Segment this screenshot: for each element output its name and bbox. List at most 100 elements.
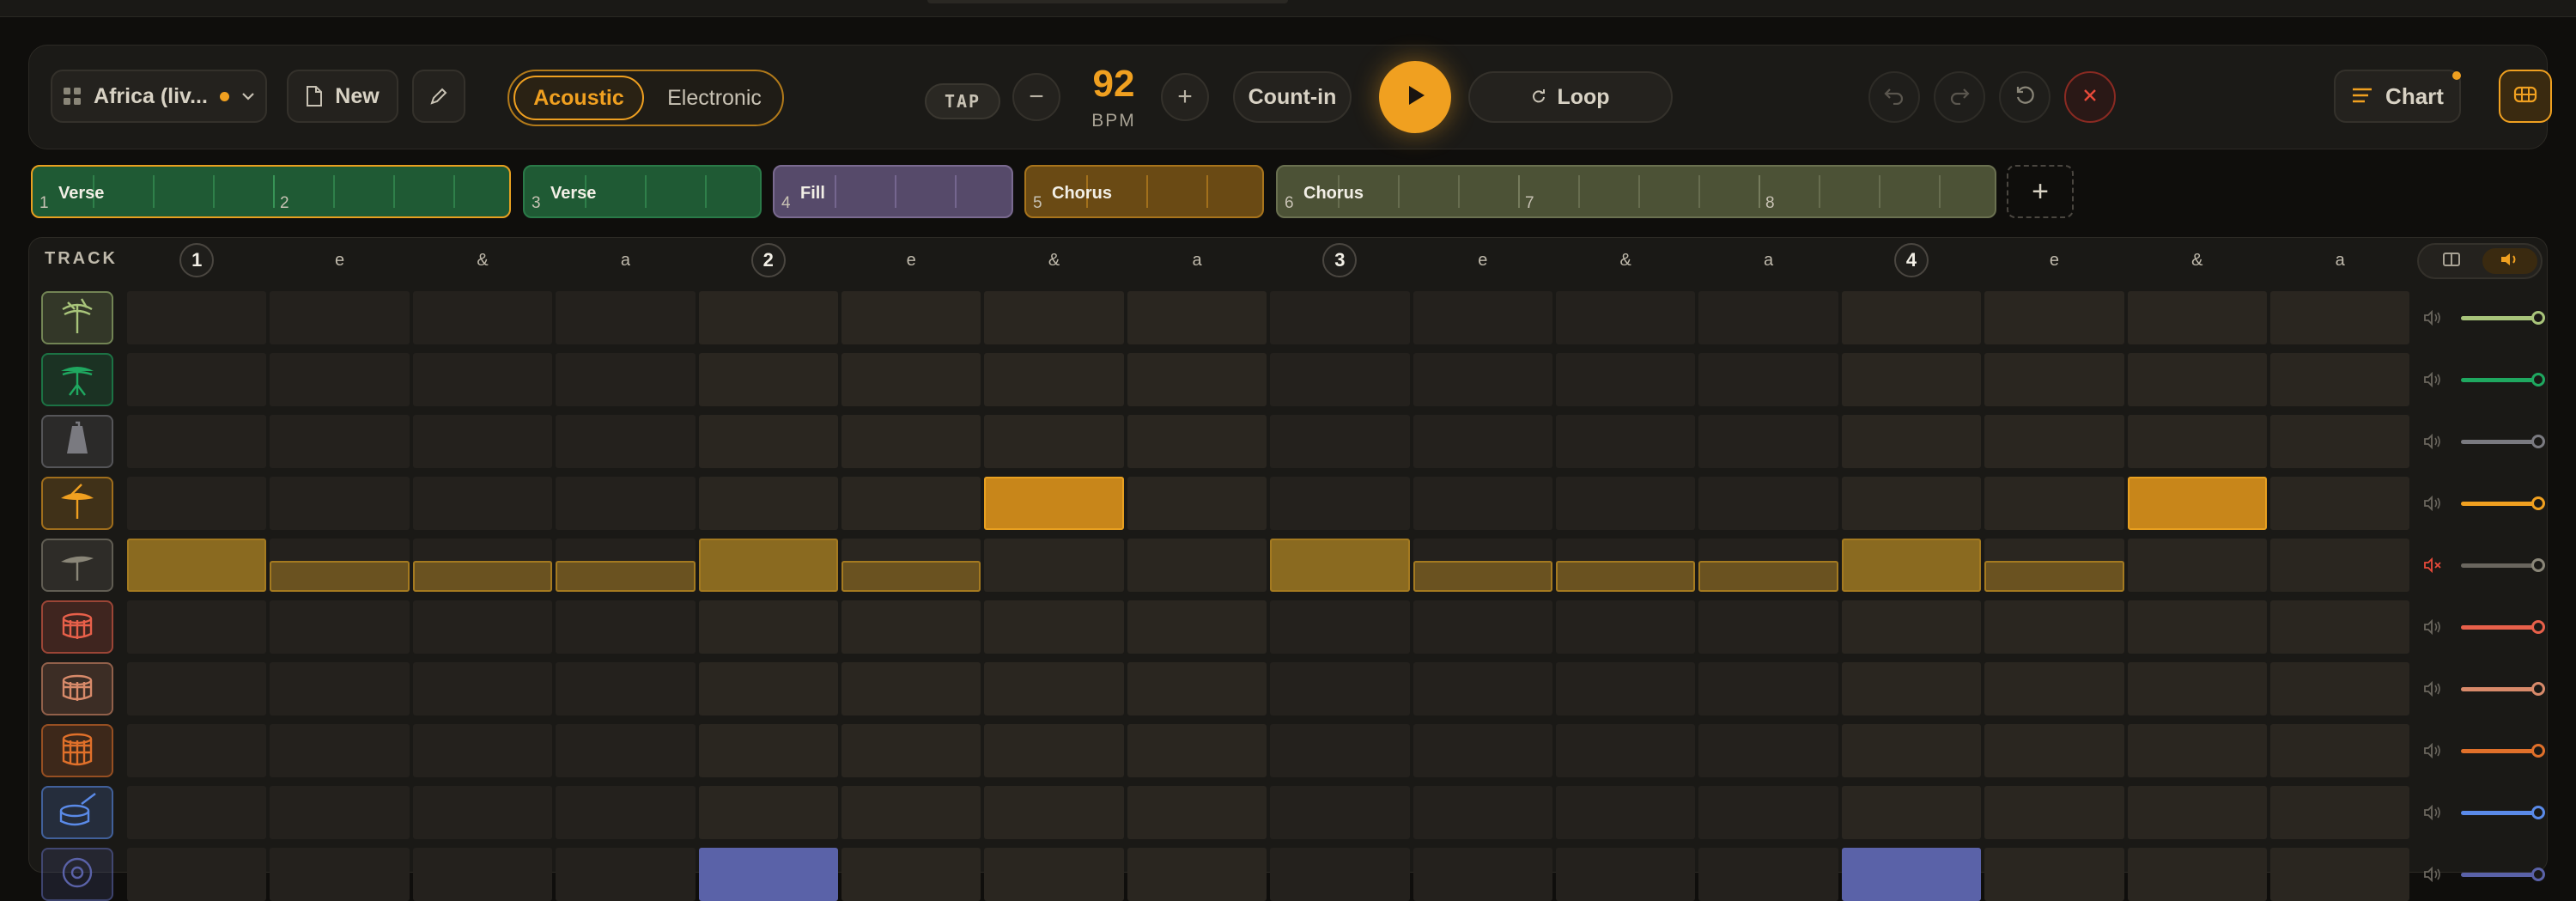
step-cell[interactable]	[698, 353, 838, 406]
step-cell[interactable]	[1698, 662, 1838, 715]
step-cell[interactable]	[412, 662, 553, 715]
step-cell[interactable]	[1413, 786, 1552, 839]
step-cell[interactable]	[1984, 477, 2124, 530]
add-section-button[interactable]: +	[2007, 165, 2074, 218]
step-hit[interactable]	[1841, 539, 1982, 592]
step-cell[interactable]	[127, 600, 267, 654]
step-cell[interactable]	[1270, 848, 1410, 901]
bpm-value[interactable]: 92	[1071, 63, 1157, 106]
play-button[interactable]	[1379, 61, 1451, 133]
step-cell[interactable]	[412, 600, 553, 654]
instrument-button[interactable]	[41, 415, 113, 468]
step-cell[interactable]	[127, 724, 267, 777]
step-cell[interactable]	[2270, 415, 2410, 468]
step-cell[interactable]	[1556, 477, 1696, 530]
step-cell[interactable]	[1984, 415, 2124, 468]
step-cell[interactable]	[1984, 291, 2124, 344]
step-cell[interactable]	[1270, 477, 1410, 530]
step-cell[interactable]	[1413, 848, 1552, 901]
volume-slider[interactable]	[2461, 625, 2538, 630]
step-cell[interactable]	[1556, 600, 1696, 654]
step-cell[interactable]	[412, 415, 553, 468]
instrument-button[interactable]	[41, 848, 113, 901]
step-hit[interactable]	[2127, 477, 2267, 530]
step-cell[interactable]	[984, 415, 1124, 468]
volume-knob[interactable]	[2531, 682, 2545, 696]
step-cell[interactable]	[1413, 415, 1552, 468]
step-cell[interactable]	[556, 848, 696, 901]
step-cell[interactable]	[127, 291, 267, 344]
step-cell[interactable]	[1413, 477, 1552, 530]
step-cell[interactable]	[270, 415, 410, 468]
step-cell[interactable]	[1984, 724, 2124, 777]
undo-button[interactable]	[1868, 71, 1920, 123]
step-cell[interactable]	[2127, 848, 2267, 901]
step-cell[interactable]	[698, 786, 838, 839]
step-cell[interactable]	[1841, 477, 1982, 530]
step-cell[interactable]	[412, 848, 553, 901]
step-cell[interactable]	[2127, 353, 2267, 406]
instrument-button[interactable]	[41, 786, 113, 839]
step-cell[interactable]	[1984, 848, 2124, 901]
step-cell[interactable]	[1270, 786, 1410, 839]
speaker-icon[interactable]	[2421, 491, 2445, 515]
step-cell[interactable]	[841, 477, 981, 530]
step-cell[interactable]	[984, 600, 1124, 654]
step-cell[interactable]	[2127, 662, 2267, 715]
step-cell[interactable]	[2127, 724, 2267, 777]
step-hit[interactable]	[127, 539, 267, 592]
step-cell[interactable]	[2270, 291, 2410, 344]
volume-slider[interactable]	[2461, 749, 2538, 753]
step-cell[interactable]	[556, 600, 696, 654]
step-cell[interactable]	[1841, 786, 1982, 839]
step-cell[interactable]	[1270, 415, 1410, 468]
step-cell[interactable]	[1984, 353, 2124, 406]
step-cell[interactable]	[1270, 662, 1410, 715]
instrument-button[interactable]	[41, 353, 113, 406]
step-cell[interactable]	[1127, 724, 1267, 777]
step-cell[interactable]	[270, 291, 410, 344]
step-cell[interactable]	[1127, 291, 1267, 344]
step-cell[interactable]	[1984, 600, 2124, 654]
step-cell[interactable]	[1413, 724, 1552, 777]
step-cell[interactable]	[1270, 353, 1410, 406]
step-cell[interactable]	[1127, 786, 1267, 839]
redo-button[interactable]	[1934, 71, 1985, 123]
step-cell[interactable]	[984, 724, 1124, 777]
step-cell[interactable]	[698, 662, 838, 715]
step-cell[interactable]	[270, 477, 410, 530]
step-cell[interactable]	[270, 353, 410, 406]
step-hit[interactable]	[1841, 848, 1982, 901]
volume-slider[interactable]	[2461, 502, 2538, 506]
kit-acoustic[interactable]: Acoustic	[513, 76, 644, 120]
step-cell[interactable]	[1698, 415, 1838, 468]
step-hit[interactable]	[1556, 561, 1696, 592]
step-cell[interactable]	[841, 415, 981, 468]
new-button[interactable]: New	[287, 70, 398, 123]
step-cell[interactable]	[1698, 600, 1838, 654]
step-cell[interactable]	[412, 291, 553, 344]
step-cell[interactable]	[412, 353, 553, 406]
step-hit[interactable]	[1270, 539, 1410, 592]
volume-slider[interactable]	[2461, 440, 2538, 444]
step-hit[interactable]	[270, 561, 410, 592]
speaker-icon[interactable]	[2421, 429, 2445, 454]
step-cell[interactable]	[127, 353, 267, 406]
loop-button[interactable]: Loop	[1468, 71, 1673, 123]
step-cell[interactable]	[698, 415, 838, 468]
step-hit[interactable]	[841, 561, 981, 592]
instrument-button[interactable]	[41, 539, 113, 592]
step-cell[interactable]	[1556, 848, 1696, 901]
step-hit[interactable]	[1698, 561, 1838, 592]
step-cell[interactable]	[1127, 539, 1267, 592]
step-cell[interactable]	[698, 477, 838, 530]
step-cell[interactable]	[556, 353, 696, 406]
step-cell[interactable]	[841, 724, 981, 777]
step-hit[interactable]	[412, 561, 553, 592]
step-cell[interactable]	[270, 724, 410, 777]
edit-button[interactable]	[412, 70, 465, 123]
step-cell[interactable]	[2270, 662, 2410, 715]
step-cell[interactable]	[1841, 291, 1982, 344]
step-cell[interactable]	[270, 600, 410, 654]
step-cell[interactable]	[698, 600, 838, 654]
